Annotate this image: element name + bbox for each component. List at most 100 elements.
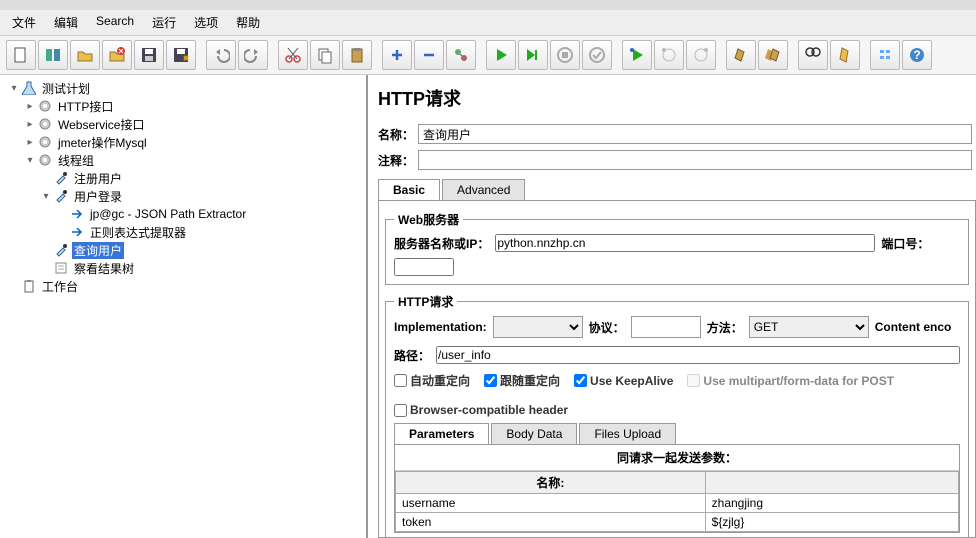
implementation-label: Implementation: bbox=[394, 320, 487, 334]
toggle-button[interactable] bbox=[446, 40, 476, 70]
gear-icon bbox=[36, 152, 54, 168]
new-button[interactable] bbox=[6, 40, 36, 70]
tree-webservice[interactable]: ▸Webservice接口 bbox=[0, 115, 366, 133]
table-row[interactable]: token${zjlg} bbox=[396, 513, 959, 532]
menu-search[interactable]: Search bbox=[88, 12, 142, 33]
tree-view-results[interactable]: 察看结果树 bbox=[0, 259, 366, 277]
menu-run[interactable]: 运行 bbox=[144, 12, 184, 33]
clear-all-button[interactable] bbox=[758, 40, 788, 70]
subtab-files-upload[interactable]: Files Upload bbox=[579, 423, 676, 444]
cut-button[interactable] bbox=[278, 40, 308, 70]
clipboard-icon bbox=[20, 278, 38, 294]
expand-button[interactable] bbox=[382, 40, 412, 70]
tree-regex-extractor[interactable]: 正则表达式提取器 bbox=[0, 223, 366, 241]
menu-options[interactable]: 选项 bbox=[186, 12, 226, 33]
dropper-icon bbox=[52, 170, 70, 186]
pagetree-icon bbox=[52, 260, 70, 276]
arrow-icon bbox=[68, 206, 86, 222]
test-plan-tree[interactable]: ▾测试计划 ▸HTTP接口 ▸Webservice接口 ▸jmeter操作Mys… bbox=[0, 75, 368, 538]
tree-thread-group[interactable]: ▾线程组 bbox=[0, 151, 366, 169]
svg-text:?: ? bbox=[913, 48, 920, 62]
parameters-header: 同请求一起发送参数： bbox=[395, 445, 959, 471]
dropper-icon bbox=[52, 242, 70, 258]
undo-button[interactable] bbox=[206, 40, 236, 70]
tree-login-user[interactable]: ▾用户登录 bbox=[0, 187, 366, 205]
menu-help[interactable]: 帮助 bbox=[228, 12, 268, 33]
server-label: 服务器名称或IP： bbox=[394, 235, 489, 252]
parameters-table[interactable]: 名称: usernamezhangjing token${zjlg} bbox=[395, 471, 959, 532]
help-button[interactable]: ? bbox=[902, 40, 932, 70]
web-server-legend: Web服务器 bbox=[394, 211, 463, 228]
gear-icon bbox=[36, 98, 54, 114]
port-input[interactable] bbox=[394, 258, 454, 276]
start-no-timers-button[interactable] bbox=[518, 40, 548, 70]
parameters-box: 同请求一起发送参数： 名称: usernamezhangjing token${… bbox=[394, 444, 960, 533]
save-as-button[interactable] bbox=[166, 40, 196, 70]
tree-mysql[interactable]: ▸jmeter操作Mysql bbox=[0, 133, 366, 151]
open-button[interactable] bbox=[70, 40, 100, 70]
web-server-fieldset: Web服务器 服务器名称或IP： 端口号： bbox=[385, 211, 969, 285]
redo-button[interactable] bbox=[238, 40, 268, 70]
tree-json-extractor[interactable]: jp@gc - JSON Path Extractor bbox=[0, 205, 366, 223]
clear-button[interactable] bbox=[726, 40, 756, 70]
templates-button[interactable] bbox=[38, 40, 68, 70]
comment-input[interactable] bbox=[418, 150, 972, 170]
comment-label: 注释： bbox=[378, 152, 414, 169]
start-button[interactable] bbox=[486, 40, 516, 70]
remote-start-button[interactable] bbox=[622, 40, 652, 70]
dropper-icon bbox=[52, 188, 70, 204]
implementation-select[interactable] bbox=[493, 316, 583, 338]
name-label: 名称： bbox=[378, 126, 414, 143]
table-row[interactable]: usernamezhangjing bbox=[396, 494, 959, 513]
server-input[interactable] bbox=[495, 234, 875, 252]
tree-test-plan[interactable]: ▾测试计划 bbox=[0, 79, 366, 97]
http-request-fieldset: HTTP请求 Implementation: 协议： 方法： GET Conte… bbox=[385, 293, 969, 538]
arrow-icon bbox=[68, 224, 86, 240]
method-label: 方法： bbox=[707, 319, 743, 336]
tree-workbench[interactable]: 工作台 bbox=[0, 277, 366, 295]
reset-search-button[interactable] bbox=[830, 40, 860, 70]
multipart-checkbox[interactable]: Use multipart/form-data for POST bbox=[687, 374, 894, 388]
http-request-legend: HTTP请求 bbox=[394, 293, 457, 310]
subtab-body-data[interactable]: Body Data bbox=[491, 423, 577, 444]
follow-redirect-checkbox[interactable]: 跟随重定向 bbox=[484, 372, 560, 389]
browser-compat-checkbox[interactable]: Browser-compatible header bbox=[394, 403, 568, 417]
remote-stop-button[interactable] bbox=[654, 40, 684, 70]
keepalive-checkbox[interactable]: Use KeepAlive bbox=[574, 374, 673, 388]
tab-advanced[interactable]: Advanced bbox=[442, 179, 525, 200]
protocol-input[interactable] bbox=[631, 316, 701, 338]
tab-basic[interactable]: Basic bbox=[378, 179, 440, 200]
gear-icon bbox=[36, 116, 54, 132]
col-value bbox=[705, 472, 958, 494]
function-helper-button[interactable] bbox=[870, 40, 900, 70]
auto-redirect-checkbox[interactable]: 自动重定向 bbox=[394, 372, 470, 389]
collapse-button[interactable] bbox=[414, 40, 444, 70]
flask-icon bbox=[20, 80, 38, 96]
protocol-label: 协议： bbox=[589, 319, 625, 336]
subtab-parameters[interactable]: Parameters bbox=[394, 423, 489, 444]
shutdown-button[interactable] bbox=[582, 40, 612, 70]
title-bar bbox=[0, 0, 976, 10]
search-button[interactable] bbox=[798, 40, 828, 70]
col-name: 名称: bbox=[396, 472, 706, 494]
menu-edit[interactable]: 编辑 bbox=[46, 12, 86, 33]
panel-title: HTTP请求 bbox=[378, 85, 976, 111]
stop-button[interactable] bbox=[550, 40, 580, 70]
tree-query-user[interactable]: 查询用户 bbox=[0, 241, 366, 259]
menu-bar: 文件 编辑 Search 运行 选项 帮助 bbox=[0, 10, 976, 36]
tree-register-user[interactable]: 注册用户 bbox=[0, 169, 366, 187]
name-input[interactable] bbox=[418, 124, 972, 144]
remote-shutdown-button[interactable] bbox=[686, 40, 716, 70]
menu-file[interactable]: 文件 bbox=[4, 12, 44, 33]
close-button[interactable] bbox=[102, 40, 132, 70]
toolbar: ? bbox=[0, 36, 976, 75]
tree-http-interface[interactable]: ▸HTTP接口 bbox=[0, 97, 366, 115]
paste-button[interactable] bbox=[342, 40, 372, 70]
method-select[interactable]: GET bbox=[749, 316, 869, 338]
path-input[interactable] bbox=[436, 346, 960, 364]
save-button[interactable] bbox=[134, 40, 164, 70]
path-label: 路径： bbox=[394, 347, 430, 364]
copy-button[interactable] bbox=[310, 40, 340, 70]
gear-icon bbox=[36, 134, 54, 150]
encoding-label: Content enco bbox=[875, 320, 952, 334]
